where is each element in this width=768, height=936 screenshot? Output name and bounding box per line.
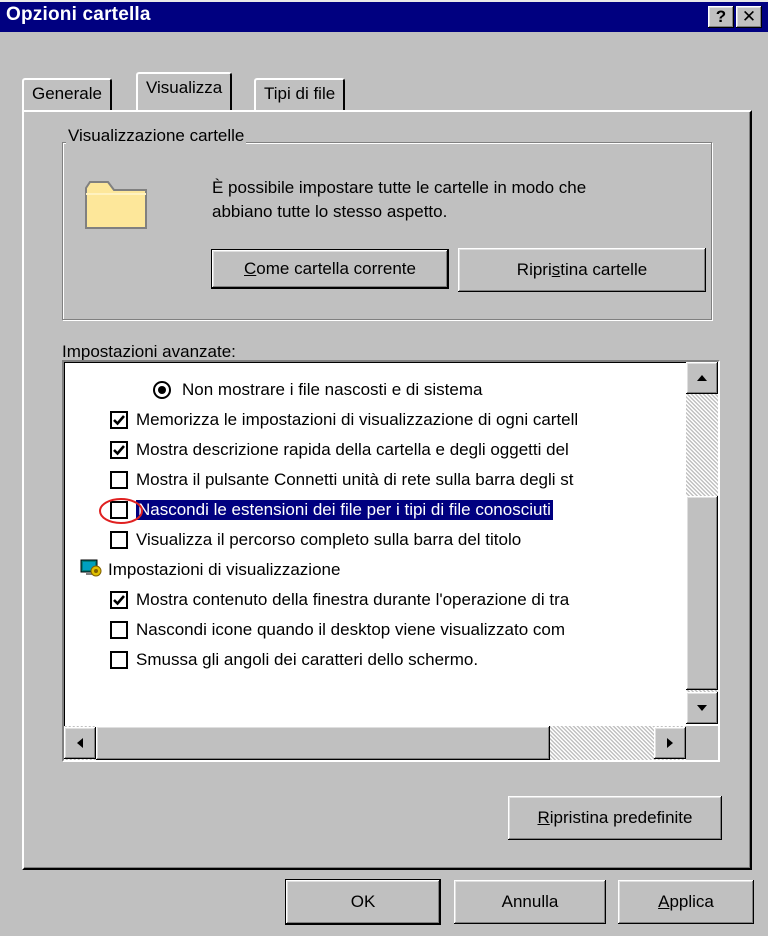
horizontal-scroll-thumb[interactable] [96, 726, 550, 760]
button-label: OK [350, 892, 376, 911]
window-title: Opzioni cartella [6, 4, 151, 25]
advanced-settings-label: Impostazioni avanzate: [62, 342, 236, 361]
arrow-down-icon [697, 705, 707, 711]
button-label: ipristina predefinite [549, 808, 693, 827]
list-item-label: Smussa gli angoli dei caratteri dello sc… [136, 650, 479, 669]
list-item-label: Memorizza le impostazioni di visualizzaz… [136, 410, 579, 429]
tab-label: Visualizza [146, 78, 223, 97]
list-item-label: Mostra il pulsante Connetti unità di ret… [136, 470, 574, 489]
list-item-label: Impostazioni di visualizzazione [108, 560, 341, 579]
vertical-scroll-thumb[interactable] [686, 496, 718, 690]
ok-button[interactable]: OK [286, 880, 440, 924]
list-item[interactable]: Nascondi icone quando il desktop viene v… [110, 616, 565, 644]
list-item[interactable]: Impostazioni di visualizzazione [80, 556, 340, 584]
mnemonic: R [537, 808, 550, 827]
tab-generale[interactable]: Generale [22, 78, 112, 110]
list-item-label: Non mostrare i file nascosti e di sistem… [182, 380, 483, 399]
list-item-label: Nascondi icone quando il desktop viene v… [136, 620, 566, 639]
mnemonic: s [551, 260, 561, 279]
tab-label: Tipi di file [264, 84, 336, 103]
checkbox[interactable] [110, 471, 128, 489]
description-line: abbiano tutte lo stesso aspetto. [212, 202, 448, 221]
help-button[interactable]: ? [708, 6, 734, 28]
restore-defaults-button[interactable]: Ripristina predefinite [508, 796, 722, 840]
folder-view-description: È possibile impostare tutte le cartelle … [212, 176, 586, 224]
list-item[interactable]: Nascondi le estensioni dei file per i ti… [110, 496, 554, 524]
scroll-down-button[interactable] [686, 692, 718, 724]
description-line: È possibile impostare tutte le cartelle … [212, 178, 587, 197]
advanced-settings-list[interactable]: Non mostrare i file nascosti e di sistem… [62, 360, 720, 762]
mnemonic: A [658, 892, 670, 911]
checkbox[interactable] [110, 651, 128, 669]
scrollbar-corner [686, 726, 718, 760]
group-label: Visualizzazione cartelle [66, 126, 247, 146]
list-item-label: Mostra descrizione rapida della cartella… [136, 440, 569, 459]
button-label: pplica [669, 892, 714, 911]
list-item[interactable]: Memorizza le impostazioni di visualizzaz… [110, 406, 578, 434]
radio-button[interactable] [152, 380, 172, 400]
tab-visualizza[interactable]: Visualizza [136, 72, 233, 110]
reset-all-folders-button[interactable]: Ripri s tina cartelle [458, 248, 706, 292]
arrow-up-icon [697, 375, 707, 381]
checkbox[interactable] [110, 621, 128, 639]
vertical-scrollbar[interactable] [686, 362, 718, 724]
folder-icon [84, 178, 148, 235]
button-label: tina cartelle [560, 260, 648, 279]
list-item[interactable]: Smussa gli angoli dei caratteri dello sc… [110, 646, 478, 674]
scroll-up-button[interactable] [686, 362, 718, 394]
button-label: Annulla [501, 892, 559, 911]
apply-button[interactable]: Applica [618, 880, 754, 924]
checkbox[interactable] [110, 531, 128, 549]
like-current-folder-button[interactable]: Come cartella corrente [211, 249, 449, 289]
list-item-label: Nascondi le estensioni dei file per i ti… [135, 499, 554, 521]
folder-view-group [62, 142, 712, 320]
list-item-label: Visualizza il percorso completo sulla ba… [136, 530, 522, 549]
checkbox[interactable] [110, 591, 128, 609]
list-item[interactable]: Non mostrare i file nascosti e di sistem… [152, 376, 482, 404]
horizontal-scrollbar[interactable] [64, 726, 686, 760]
list-item[interactable]: Visualizza il percorso completo sulla ba… [110, 526, 521, 554]
list-item[interactable]: Mostra contenuto della finestra durante … [110, 586, 569, 614]
scroll-left-button[interactable] [64, 727, 96, 759]
checkbox[interactable] [110, 441, 128, 459]
button-label: Ripri [516, 260, 552, 279]
cancel-button[interactable]: Annulla [454, 880, 606, 924]
checkbox[interactable] [110, 411, 128, 429]
list-item[interactable]: Mostra il pulsante Connetti unità di ret… [110, 466, 574, 494]
list-item[interactable]: Mostra descrizione rapida della cartella… [110, 436, 569, 464]
scroll-right-button[interactable] [654, 727, 686, 759]
mnemonic: C [244, 259, 257, 278]
display-settings-icon [80, 558, 102, 583]
tab-label: Generale [32, 84, 102, 103]
arrow-left-icon [77, 738, 83, 748]
tab-tipi-di-file[interactable]: Tipi di file [254, 78, 346, 110]
list-item-label: Mostra contenuto della finestra durante … [136, 590, 570, 609]
title-bar[interactable]: Opzioni cartella ? ✕ [0, 0, 768, 32]
button-label: ome cartella corrente [256, 259, 416, 278]
close-button[interactable]: ✕ [736, 6, 762, 28]
arrow-right-icon [667, 738, 673, 748]
